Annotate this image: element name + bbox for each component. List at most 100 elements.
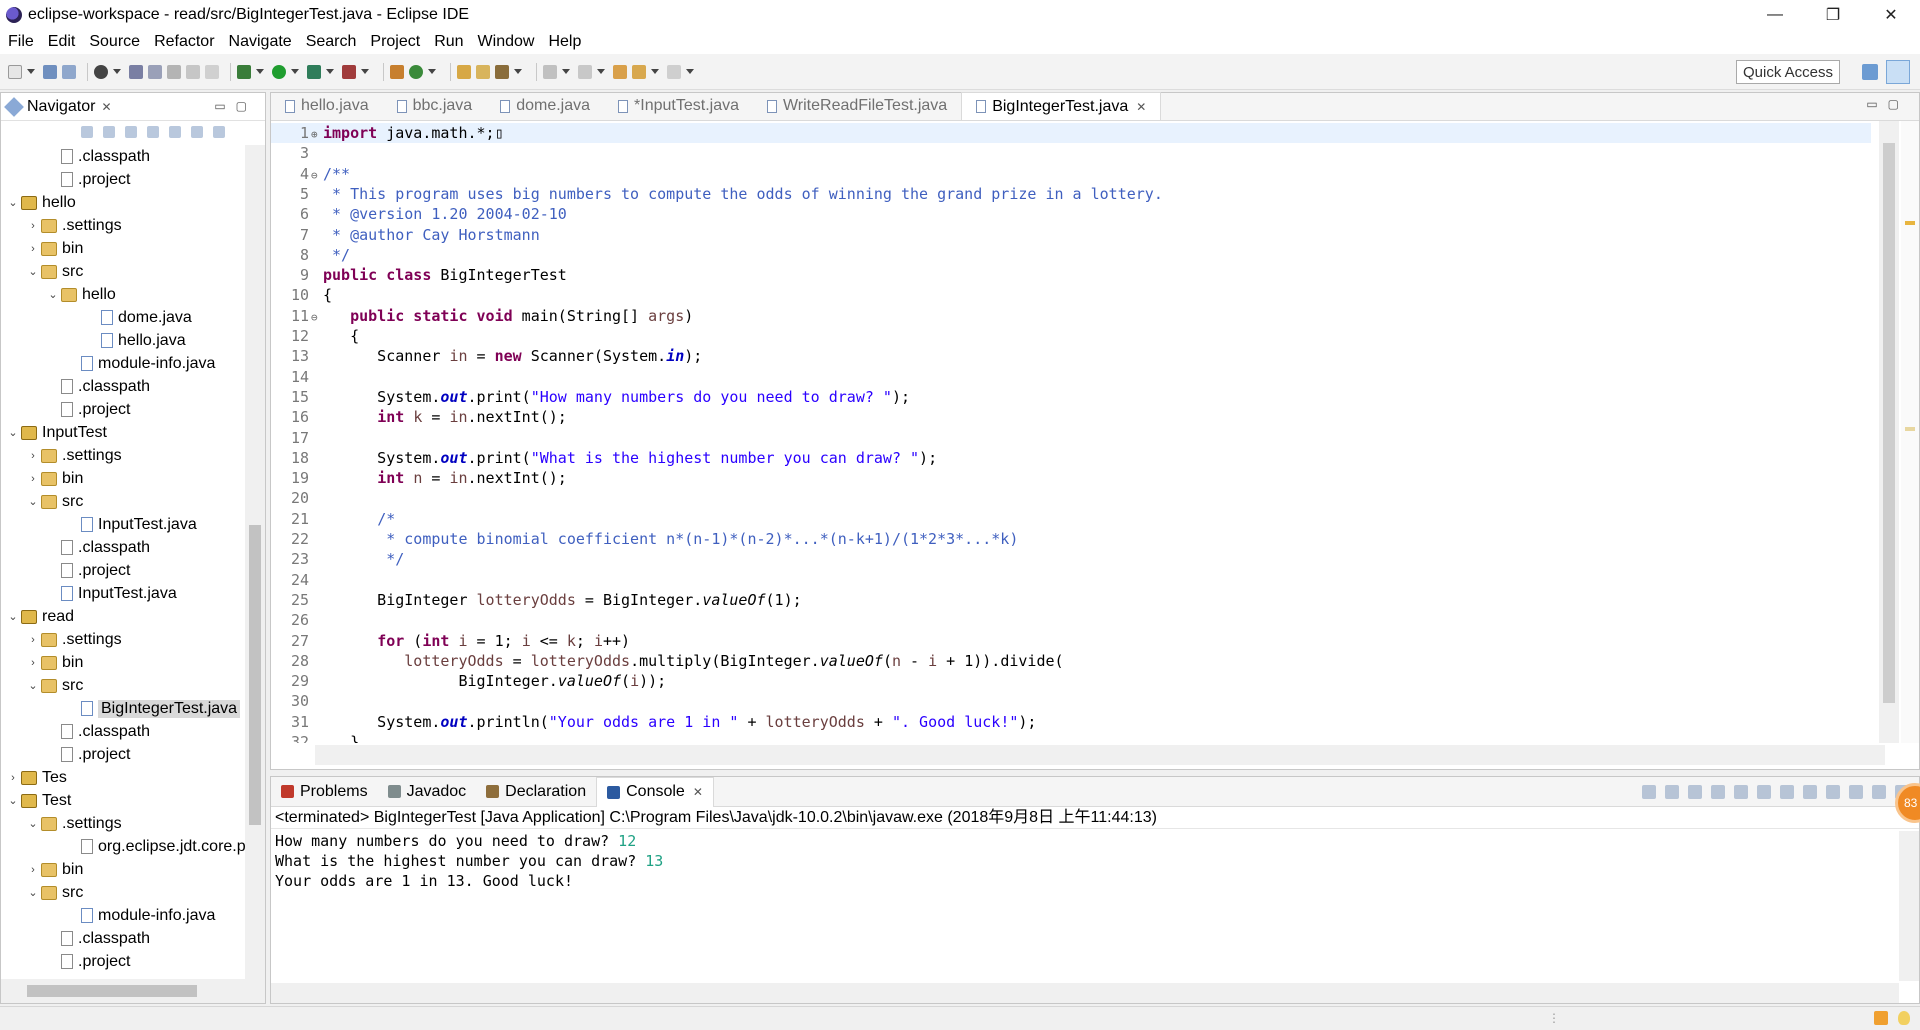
show-on-error-icon[interactable] bbox=[1803, 785, 1817, 799]
console-tab-problems[interactable]: Problems bbox=[271, 777, 378, 807]
back-icon[interactable] bbox=[632, 64, 646, 79]
editor-vertical-scrollbar[interactable] bbox=[1879, 121, 1899, 743]
open-task-icon[interactable] bbox=[476, 64, 490, 79]
chevron-right-icon[interactable]: › bbox=[25, 864, 41, 876]
forward-icon[interactable] bbox=[667, 64, 681, 79]
next-annotation-icon[interactable] bbox=[543, 64, 557, 79]
code-line[interactable]: 12 { bbox=[271, 326, 1871, 346]
tree-item[interactable]: ⌄ hello bbox=[45, 283, 115, 306]
code-line[interactable]: 24 bbox=[271, 570, 1871, 590]
fold-toggle-icon[interactable]: ⊖ bbox=[311, 166, 323, 186]
tree-item[interactable]: module-info.java bbox=[65, 904, 215, 927]
chevron-down-icon[interactable]: ⌄ bbox=[25, 679, 41, 692]
feed-icon[interactable] bbox=[1874, 1011, 1888, 1025]
next-annotation-dropdown-icon[interactable] bbox=[562, 69, 570, 74]
console-horizontal-scrollbar[interactable] bbox=[271, 983, 1899, 1003]
code-editor[interactable]: 1 ⊕ import java.math.*;▯ 3 4 ⊖/** 5 * This pro… bbox=[271, 121, 1881, 743]
tree-item[interactable]: BigIntegerTest.java bbox=[65, 697, 241, 720]
tree-item[interactable]: InputTest.java bbox=[65, 513, 197, 536]
new-class-icon[interactable] bbox=[409, 64, 423, 79]
code-line[interactable]: 18 System.out.print("What is the highest… bbox=[271, 448, 1871, 468]
tree-item[interactable]: .project bbox=[45, 398, 130, 421]
open-console-icon[interactable] bbox=[1872, 785, 1886, 799]
view-menu-icon[interactable] bbox=[213, 126, 225, 138]
close-icon[interactable]: ✕ bbox=[693, 785, 703, 799]
link-with-editor-icon[interactable] bbox=[169, 126, 181, 138]
tree-item[interactable]: ⌄ src bbox=[25, 490, 83, 513]
tree-item[interactable]: .classpath bbox=[45, 927, 150, 950]
console-output[interactable]: How many numbers do you need to draw? 12… bbox=[271, 831, 1881, 981]
block-selection-icon[interactable] bbox=[186, 64, 200, 79]
code-line[interactable]: 15 System.out.print("How many numbers do… bbox=[271, 387, 1871, 407]
run-icon[interactable] bbox=[272, 64, 286, 79]
search-dropdown-icon[interactable] bbox=[514, 69, 522, 74]
chevron-right-icon[interactable]: › bbox=[25, 243, 41, 255]
code-line[interactable]: 26 bbox=[271, 610, 1871, 630]
remove-all-terminated-icon[interactable] bbox=[1688, 785, 1702, 799]
code-line[interactable]: 23 */ bbox=[271, 549, 1871, 569]
chevron-down-icon[interactable]: ⌄ bbox=[25, 817, 41, 830]
code-line[interactable]: 21 /* bbox=[271, 509, 1871, 529]
chevron-down-icon[interactable]: ⌄ bbox=[5, 610, 21, 623]
show-whitespace-icon[interactable] bbox=[167, 64, 181, 79]
tree-item[interactable]: ⌄ Test bbox=[5, 789, 71, 812]
open-perspective-icon[interactable] bbox=[1862, 64, 1878, 80]
debug-dropdown-icon[interactable] bbox=[256, 69, 264, 74]
code-line[interactable]: 31 System.out.println("Your odds are 1 i… bbox=[271, 712, 1871, 732]
code-line[interactable]: 11 ⊖ public static void main(String[] arg… bbox=[271, 306, 1871, 326]
toggle-mark-icon[interactable] bbox=[148, 64, 162, 79]
tree-item[interactable]: › .settings bbox=[25, 628, 121, 651]
editor-tab[interactable]: BigIntegerTest.java ✕ bbox=[961, 92, 1162, 120]
tree-item[interactable]: .classpath bbox=[45, 536, 150, 559]
word-wrap-icon[interactable] bbox=[1757, 785, 1771, 799]
menu-search[interactable]: Search bbox=[306, 33, 357, 51]
menu-refactor[interactable]: Refactor bbox=[154, 33, 214, 51]
coverage-icon[interactable] bbox=[307, 64, 321, 79]
profile-dropdown-icon[interactable] bbox=[113, 69, 121, 74]
editor-tab[interactable]: bbc.java bbox=[383, 92, 487, 120]
console-tab-javadoc[interactable]: Javadoc bbox=[378, 777, 477, 807]
code-line[interactable]: 17 bbox=[271, 428, 1871, 448]
tree-item[interactable]: › .settings bbox=[25, 214, 121, 237]
navigator-tab[interactable]: Navigator ✕ ▭▢ bbox=[1, 93, 265, 121]
view-minimize-maximize-icon[interactable]: ▭▢ bbox=[214, 99, 257, 113]
tip-lightbulb-icon[interactable] bbox=[1898, 1011, 1910, 1025]
back-icon[interactable] bbox=[81, 126, 93, 138]
editor-horizontal-scrollbar[interactable] bbox=[315, 745, 1885, 765]
tree-item[interactable]: › Tes bbox=[5, 766, 67, 789]
back-dropdown-icon[interactable] bbox=[651, 69, 659, 74]
chevron-right-icon[interactable]: › bbox=[25, 220, 41, 232]
menu-run[interactable]: Run bbox=[434, 33, 463, 51]
chevron-right-icon[interactable]: › bbox=[25, 657, 41, 669]
code-line[interactable]: 22 * compute binomial coefficient n*(n-1… bbox=[271, 529, 1871, 549]
tree-item[interactable]: org.eclipse.jdt.core.p bbox=[65, 835, 246, 858]
chevron-down-icon[interactable]: ⌄ bbox=[25, 265, 41, 278]
tree-item[interactable]: dome.java bbox=[85, 306, 192, 329]
quick-access-input[interactable]: Quick Access bbox=[1736, 60, 1840, 84]
code-line[interactable]: 14 bbox=[271, 367, 1871, 387]
code-line[interactable]: 29 BigInteger.valueOf(i)); bbox=[271, 671, 1871, 691]
debug-profile-icon[interactable] bbox=[94, 64, 108, 79]
external-tools-dropdown-icon[interactable] bbox=[361, 69, 369, 74]
editor-tab[interactable]: hello.java bbox=[271, 92, 383, 120]
remove-launch-icon[interactable] bbox=[1665, 785, 1679, 799]
minimize-button[interactable]: — bbox=[1746, 0, 1804, 30]
code-line[interactable]: 10 { bbox=[271, 285, 1871, 305]
tree-item[interactable]: hello.java bbox=[85, 329, 186, 352]
tree-item[interactable]: .classpath bbox=[45, 145, 150, 168]
chevron-right-icon[interactable]: › bbox=[25, 450, 41, 462]
fold-toggle-icon[interactable]: ⊖ bbox=[311, 308, 323, 328]
code-line[interactable]: 32 } bbox=[271, 732, 1871, 743]
navigator-vertical-scrollbar[interactable] bbox=[245, 145, 265, 979]
code-line[interactable]: 3 bbox=[271, 143, 1871, 163]
pin-console-icon[interactable] bbox=[1826, 785, 1840, 799]
run-dropdown-icon[interactable] bbox=[291, 69, 299, 74]
tree-item[interactable]: .project bbox=[45, 743, 130, 766]
console-tab-console[interactable]: Console ✕ bbox=[596, 776, 714, 807]
prev-annotation-dropdown-icon[interactable] bbox=[597, 69, 605, 74]
last-edit-location-icon[interactable] bbox=[613, 64, 627, 79]
prev-annotation-icon[interactable] bbox=[578, 64, 592, 79]
menu-source[interactable]: Source bbox=[89, 33, 140, 51]
external-tools-icon[interactable] bbox=[342, 64, 356, 79]
menu-project[interactable]: Project bbox=[370, 33, 420, 51]
